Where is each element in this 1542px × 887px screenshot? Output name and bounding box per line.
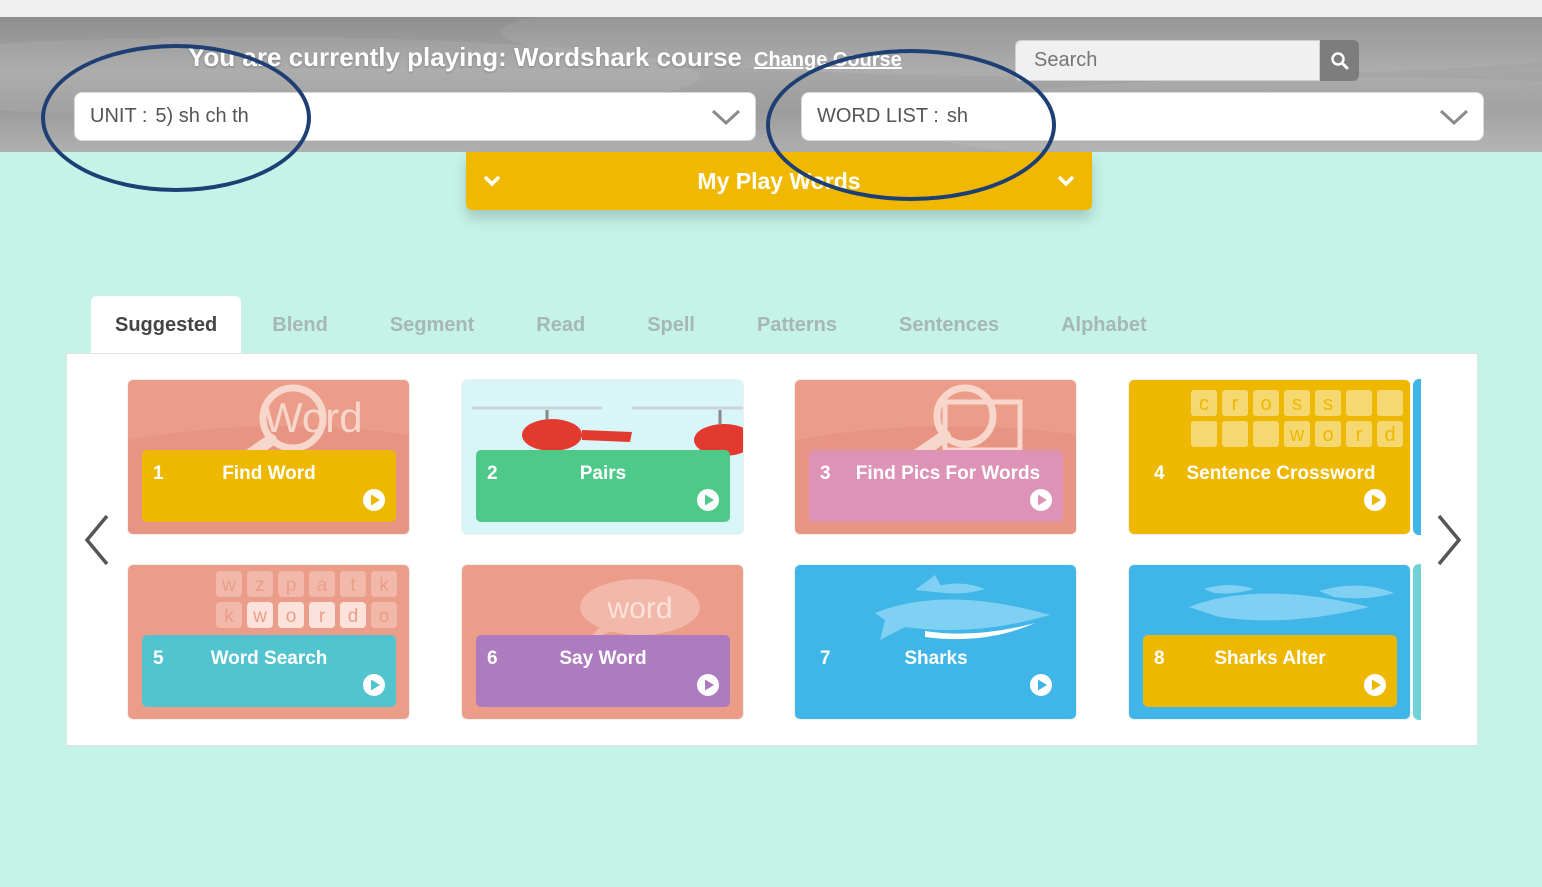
- next-card-peek: [1413, 564, 1421, 720]
- art-letter: o: [1260, 393, 1271, 415]
- game-title: Find Pics For Words: [855, 463, 1041, 484]
- game-card-find-pics[interactable]: 3 Find Pics For Words: [794, 379, 1077, 535]
- activity-tabs: Suggested Blend Segment Read Spell Patte…: [91, 296, 1178, 354]
- game-card-sharks[interactable]: 7 Sharks: [794, 564, 1077, 720]
- chevron-left-icon[interactable]: [81, 512, 113, 568]
- chevron-down-icon: [483, 175, 501, 187]
- next-card-peek: [1413, 379, 1421, 535]
- tab-segment[interactable]: Segment: [359, 296, 505, 354]
- art-letter: s: [1292, 393, 1302, 415]
- tab-patterns[interactable]: Patterns: [726, 296, 868, 354]
- tab-sentences[interactable]: Sentences: [868, 296, 1030, 354]
- game-number: 3: [820, 463, 831, 484]
- game-title: Word Search: [210, 648, 328, 669]
- unit-select-value: 5) sh ch th: [155, 105, 249, 127]
- tab-blend[interactable]: Blend: [241, 296, 359, 354]
- art-letter: k: [224, 606, 234, 627]
- play-icon[interactable]: [1363, 673, 1387, 697]
- my-play-words-bar[interactable]: My Play Words: [466, 152, 1092, 210]
- art-letter: w: [252, 606, 267, 627]
- tab-suggested[interactable]: Suggested: [91, 296, 242, 354]
- play-icon[interactable]: [1029, 488, 1053, 512]
- game-title: Sentence Crossword: [1186, 463, 1376, 484]
- chevron-down-icon: [1057, 175, 1075, 187]
- art-letter: w: [221, 575, 236, 596]
- games-panel: Word 1 Find Word 2 Pairs 3 Find Pics For…: [66, 353, 1478, 746]
- browser-top-strip: [0, 0, 1542, 17]
- play-icon[interactable]: [362, 673, 386, 697]
- game-title: Pairs: [579, 463, 627, 484]
- game-title: Find Word: [222, 463, 316, 484]
- art-letter: r: [319, 606, 326, 627]
- art-letter: r: [1232, 393, 1239, 415]
- play-icon[interactable]: [1029, 673, 1053, 697]
- game-card-say-word[interactable]: word 6 Say Word: [461, 564, 744, 720]
- tab-read[interactable]: Read: [505, 296, 616, 354]
- search-icon: [1330, 51, 1348, 69]
- play-icon[interactable]: [362, 488, 386, 512]
- chevron-down-icon: [1439, 109, 1469, 126]
- game-title: Say Word: [559, 648, 647, 669]
- art-word-text: Word: [263, 394, 363, 441]
- chevron-right-icon[interactable]: [1433, 512, 1465, 568]
- game-label: 8 Sharks Alter: [1143, 635, 1397, 707]
- art-letter: r: [1356, 424, 1363, 446]
- art-letter: t: [350, 575, 356, 596]
- game-card-sentence-crossword[interactable]: c r o s s w o r d 4 Sentence Crossword: [1128, 379, 1411, 535]
- art-letter: w: [1289, 424, 1305, 446]
- course-header: You are currently playing: Wordshark cou…: [0, 17, 1542, 152]
- my-play-words-label: My Play Words: [697, 167, 861, 194]
- game-label: 5 Word Search: [142, 635, 396, 707]
- art-letter: o: [1322, 424, 1333, 446]
- play-icon[interactable]: [1363, 488, 1387, 512]
- art-letter: o: [286, 606, 297, 627]
- game-card-pairs[interactable]: 2 Pairs: [461, 379, 744, 535]
- game-label: 2 Pairs: [476, 450, 730, 522]
- art-letter: s: [1323, 393, 1333, 415]
- art-letter: c: [1199, 393, 1209, 415]
- game-card-word-search[interactable]: w z p a t k k w o r d o 5 Word Search: [127, 564, 410, 720]
- game-title: Sharks Alter: [1214, 648, 1326, 669]
- search-button[interactable]: [1320, 40, 1359, 81]
- art-letter: o: [379, 606, 390, 627]
- art-letter: a: [317, 575, 328, 596]
- game-title: Sharks: [904, 648, 968, 669]
- game-card-sharks-alter[interactable]: 8 Sharks Alter: [1128, 564, 1411, 720]
- game-label: 3 Find Pics For Words: [809, 450, 1063, 522]
- art-letter: z: [255, 575, 265, 596]
- wordlist-select[interactable]: WORD LIST : sh: [801, 92, 1484, 141]
- game-label: 1 Find Word: [142, 450, 396, 522]
- wordlist-select-label: WORD LIST :: [817, 105, 939, 127]
- search-input[interactable]: [1015, 40, 1320, 81]
- game-label: 4 Sentence Crossword: [1143, 450, 1397, 522]
- change-course-link[interactable]: Change Course: [754, 49, 902, 72]
- art-word-text: word: [606, 592, 672, 625]
- art-letter: p: [286, 575, 297, 596]
- art-letter: d: [1384, 424, 1395, 446]
- game-card-find-word[interactable]: Word 1 Find Word: [127, 379, 410, 535]
- unit-select-label: UNIT :: [90, 105, 148, 127]
- tab-alphabet[interactable]: Alphabet: [1030, 296, 1178, 354]
- wordlist-select-value: sh: [946, 105, 968, 127]
- current-course-text: You are currently playing: Wordshark cou…: [188, 42, 742, 72]
- game-number: 4: [1154, 463, 1165, 484]
- play-icon[interactable]: [696, 673, 720, 697]
- unit-select[interactable]: UNIT : 5) sh ch th: [74, 92, 756, 141]
- play-icon[interactable]: [696, 488, 720, 512]
- game-label: 6 Say Word: [476, 635, 730, 707]
- art-letter: k: [379, 575, 389, 596]
- game-label: 7 Sharks: [809, 635, 1063, 707]
- tab-spell[interactable]: Spell: [616, 296, 726, 354]
- art-letter: d: [348, 606, 359, 627]
- chevron-down-icon: [711, 109, 741, 126]
